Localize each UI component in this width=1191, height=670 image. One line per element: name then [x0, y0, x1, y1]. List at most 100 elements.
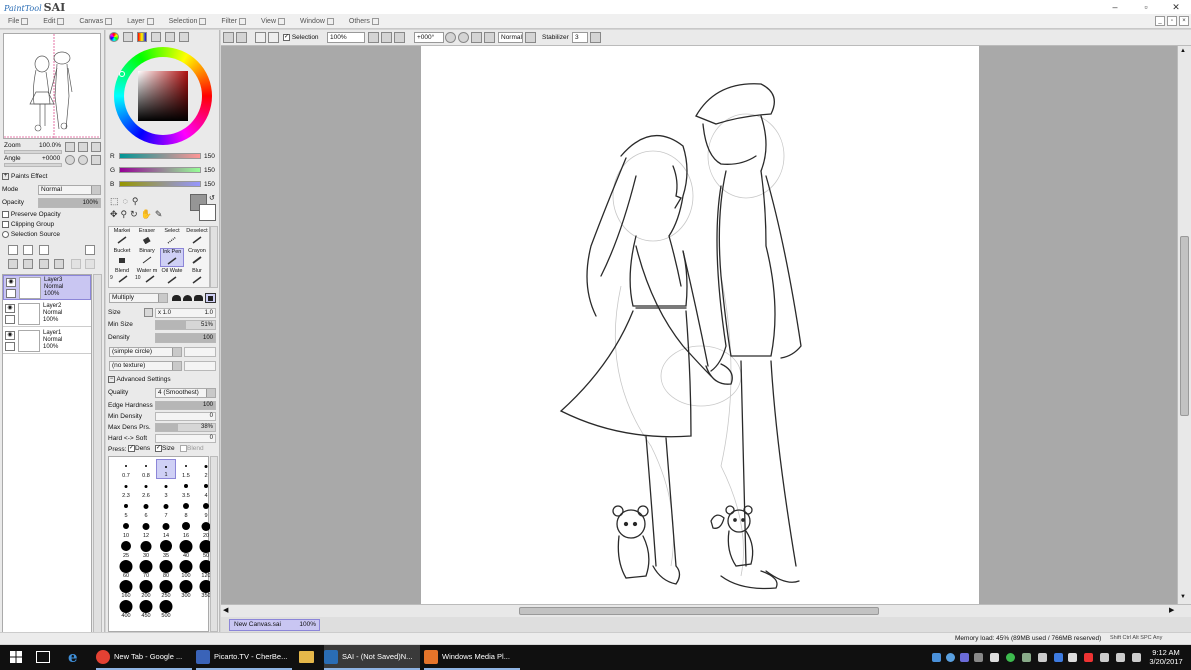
swatches-icon[interactable]: [165, 32, 175, 42]
eye-icon[interactable]: ◉: [5, 304, 15, 313]
scroll-up-icon[interactable]: ▲: [1180, 48, 1186, 54]
brush-size-cell[interactable]: 0.8: [136, 459, 156, 479]
minimize-button[interactable]: –: [1100, 0, 1130, 14]
brush-size-cell[interactable]: 8: [176, 499, 196, 519]
network-icon[interactable]: [1100, 653, 1109, 662]
brush-size-cell[interactable]: 2.6: [136, 479, 156, 499]
brush-size-cell[interactable]: 40: [176, 539, 196, 559]
clear-layer-button[interactable]: [39, 259, 49, 269]
layer-row[interactable]: ◉ Layer1 Normal 100%: [3, 329, 91, 354]
brush-size-cell[interactable]: 0.7: [116, 459, 136, 479]
brush-shape-strength[interactable]: [184, 347, 216, 357]
zoom-field[interactable]: 100%: [327, 32, 365, 43]
tray-skype-icon[interactable]: [946, 653, 955, 662]
mdi-minimize-button[interactable]: _: [1155, 16, 1165, 26]
zoom-out-button[interactable]: [65, 142, 75, 152]
tray-alert-icon[interactable]: [1084, 653, 1093, 662]
color-wheel[interactable]: [114, 47, 212, 145]
brush-size-cell[interactable]: 3.5: [176, 479, 196, 499]
lasso-icon[interactable]: ◌: [123, 196, 132, 206]
brush-size-cell[interactable]: 7: [156, 499, 176, 519]
rotate-right-button[interactable]: [458, 32, 469, 43]
brush-size-cell[interactable]: 14: [156, 519, 176, 539]
clipping-group-option[interactable]: Clipping Group: [2, 221, 54, 228]
secondary-color-swatch[interactable]: [199, 204, 216, 221]
press-dens-checkbox[interactable]: ✓Dens: [128, 445, 150, 452]
brush-size-cell[interactable]: 200: [136, 579, 156, 599]
menu-window[interactable]: Window: [300, 17, 334, 25]
move-icon[interactable]: ✥: [110, 209, 121, 219]
menu-view[interactable]: View: [261, 17, 285, 25]
rotate-left-button[interactable]: [445, 32, 456, 43]
brush-size-cell[interactable]: 300: [176, 579, 196, 599]
selection-source-option[interactable]: Selection Source: [2, 231, 60, 238]
r-slider[interactable]: [119, 153, 201, 159]
deselect-button[interactable]: [255, 32, 266, 43]
brush-edge-square[interactable]: [205, 293, 216, 303]
brush-size-cell[interactable]: 30: [136, 539, 156, 559]
brush-blend-mode-select[interactable]: Multiply: [109, 293, 168, 303]
rotate-icon[interactable]: ↻: [130, 209, 141, 219]
start-icon[interactable]: [10, 651, 22, 663]
angle-slider[interactable]: [4, 163, 62, 167]
brush-texture-strength[interactable]: [184, 361, 216, 371]
file-explorer-icon[interactable]: [299, 651, 314, 663]
blend-mode-button[interactable]: [525, 32, 536, 43]
layer-list-scrollbar[interactable]: [93, 274, 102, 634]
menu-layer[interactable]: Layer: [127, 17, 154, 25]
pen-icon[interactable]: [6, 289, 16, 298]
stabilizer-field[interactable]: 3: [572, 32, 588, 43]
taskbar-item-picarto[interactable]: Picarto.TV - CherBe...: [196, 645, 292, 670]
eye-icon[interactable]: ◉: [5, 331, 15, 340]
tool-water[interactable]: Water m 10: [135, 268, 159, 287]
zoom-in-button[interactable]: [78, 142, 88, 152]
saturation-value-square[interactable]: [138, 71, 188, 121]
hue-marker[interactable]: [119, 71, 125, 77]
brush-size-cell[interactable]: 6: [136, 499, 156, 519]
color-wheel-mode-icon[interactable]: [109, 32, 119, 42]
layer-row[interactable]: ◉ Layer3 Normal 100%: [3, 275, 91, 300]
menu-selection[interactable]: Selection: [169, 17, 207, 25]
tray-app-icon[interactable]: [1006, 653, 1015, 662]
navigator-preview[interactable]: [3, 33, 101, 139]
g-slider[interactable]: [119, 167, 201, 173]
redo-button[interactable]: [236, 32, 247, 43]
keyboard-icon[interactable]: [1132, 653, 1141, 662]
menu-edit[interactable]: Edit: [43, 17, 65, 25]
zoom-reset-button[interactable]: [394, 32, 405, 43]
bluetooth-icon[interactable]: [1054, 653, 1063, 662]
brush-size-cell[interactable]: 25: [116, 539, 136, 559]
quality-select[interactable]: 4 (Smoothest): [155, 388, 216, 398]
tool-marker[interactable]: Markei: [110, 228, 134, 247]
brush-size-cell[interactable]: 1.5: [176, 459, 196, 479]
brush-size-cell[interactable]: 80: [156, 559, 176, 579]
size-multiplier-button[interactable]: [144, 308, 153, 317]
brush-size-cell[interactable]: 10: [116, 519, 136, 539]
taskbar-item-chrome[interactable]: New Tab - Google ...: [96, 645, 192, 670]
pen-icon[interactable]: [5, 315, 15, 324]
maximize-button[interactable]: ▫: [1131, 0, 1161, 14]
min-density-slider[interactable]: 0: [155, 412, 216, 421]
tray-app-icon[interactable]: [974, 653, 983, 662]
brush-texture-select[interactable]: (no texture): [109, 361, 182, 371]
canvas-area[interactable]: [221, 46, 1177, 604]
menu-others[interactable]: Others: [349, 17, 379, 25]
min-size-slider[interactable]: 51%: [155, 320, 216, 330]
tool-eraser[interactable]: Eraser: [135, 228, 159, 247]
document-tab[interactable]: New Canvas.sai 100%: [229, 619, 320, 631]
brush-size-cell[interactable]: 60: [116, 559, 136, 579]
rotate-left-button[interactable]: [65, 155, 75, 165]
battery-icon[interactable]: [1068, 653, 1077, 662]
horizontal-scrollbar[interactable]: ◀ ▶: [221, 604, 1191, 617]
density-slider[interactable]: 100: [155, 333, 216, 343]
mdi-restore-button[interactable]: ▫: [1167, 16, 1177, 26]
horizontal-scroll-thumb[interactable]: [519, 607, 879, 615]
brush-edge-hard[interactable]: [194, 295, 203, 301]
clock[interactable]: 9:12 AM 3/20/2017: [1148, 648, 1184, 666]
zoom-slider[interactable]: [4, 150, 62, 154]
delete-layer-icon[interactable]: [54, 259, 64, 269]
zoom-in-button[interactable]: [381, 32, 392, 43]
vertical-scroll-thumb[interactable]: [1180, 236, 1189, 416]
scratchpad-icon[interactable]: [179, 32, 189, 42]
press-blend-checkbox[interactable]: Blend: [180, 445, 204, 452]
